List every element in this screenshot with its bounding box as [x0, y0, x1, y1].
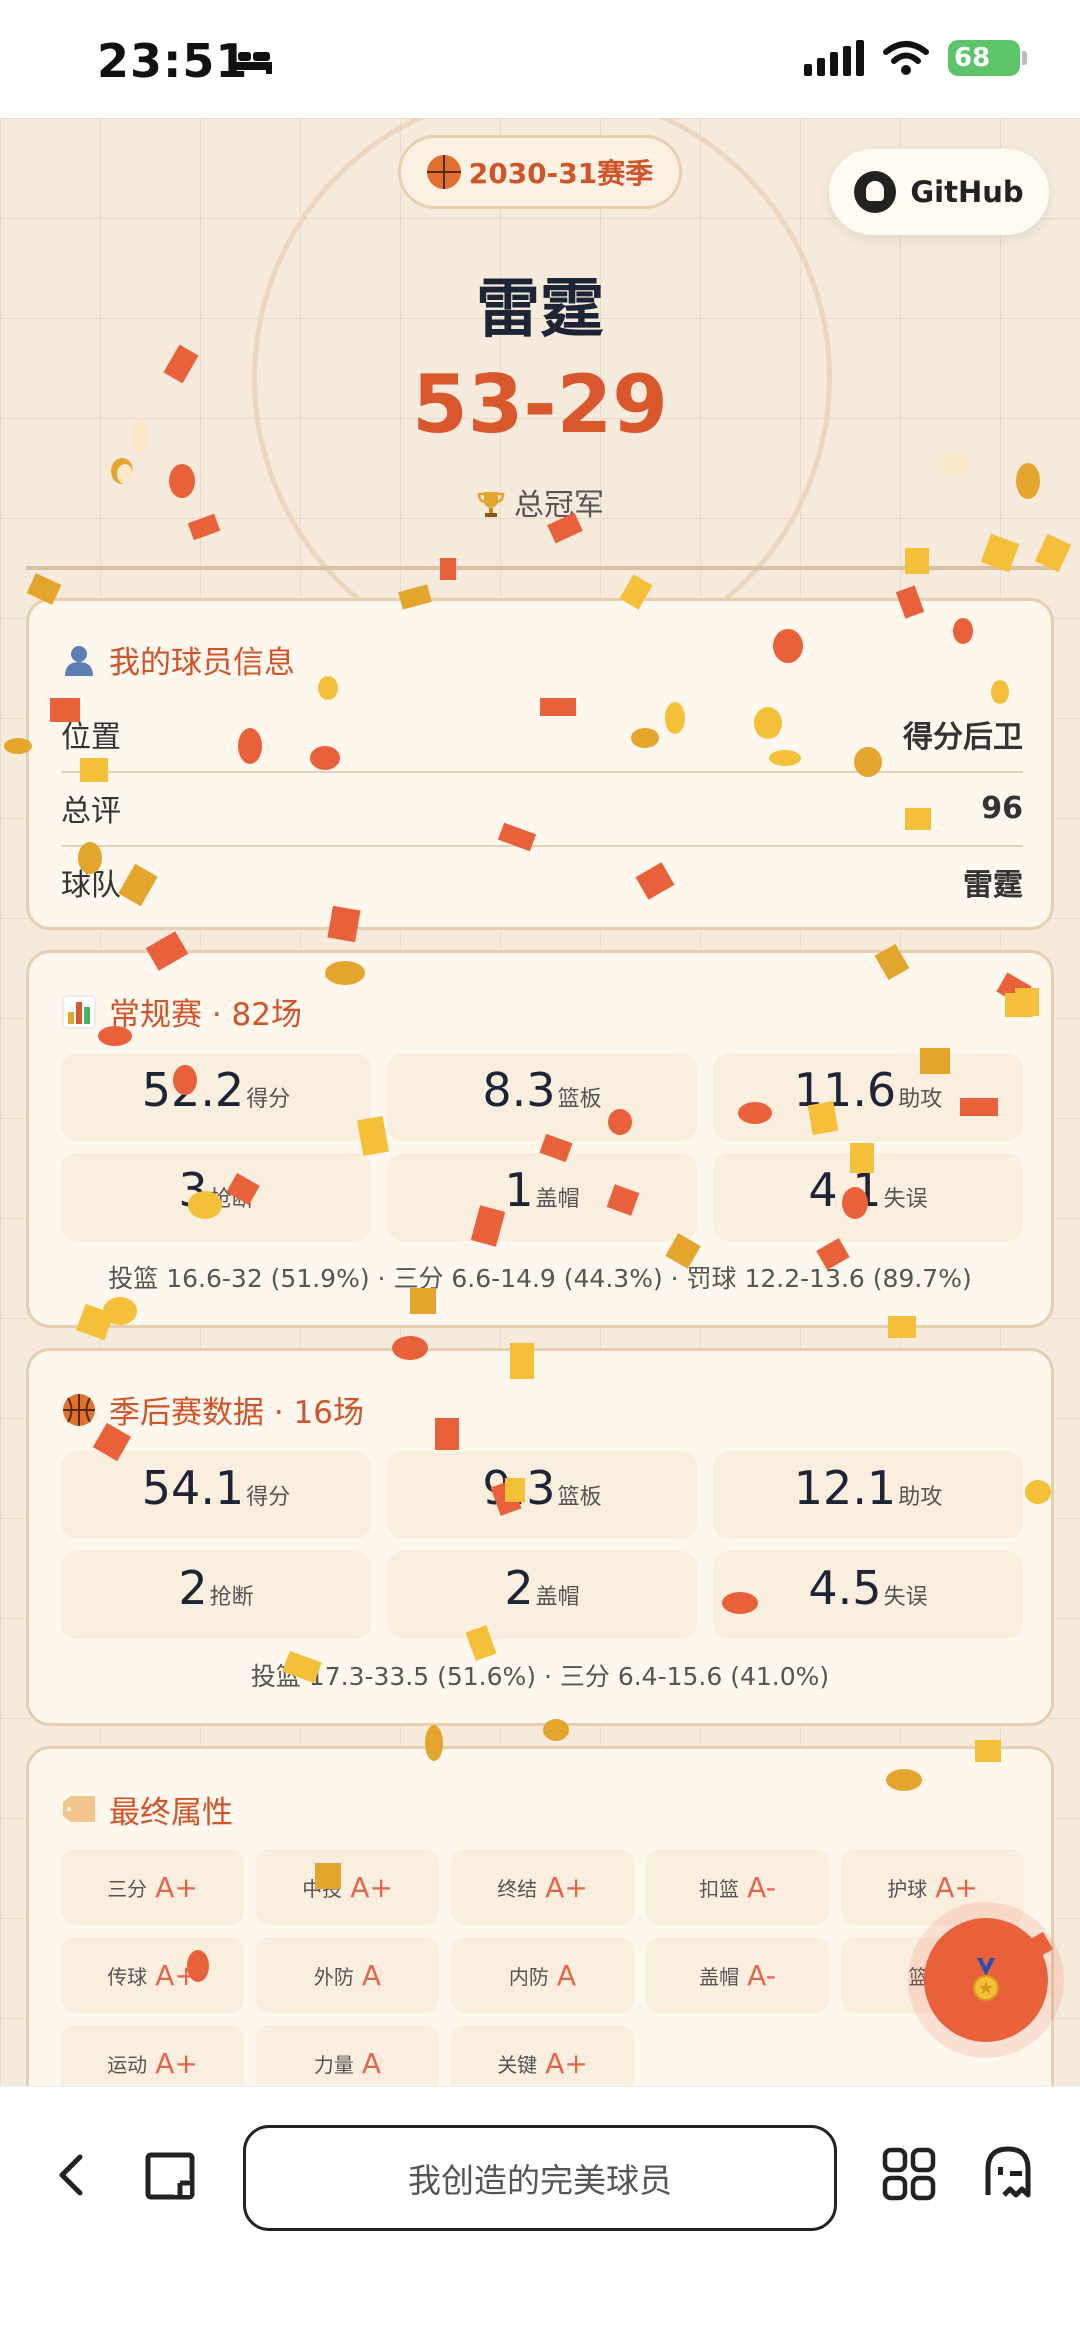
status-indicators: 68 — [804, 40, 1027, 76]
ghost-icon[interactable] — [982, 2145, 1034, 2201]
back-icon[interactable] — [52, 2151, 92, 2199]
address-bar[interactable]: 我创造的完美球员 — [243, 2125, 837, 2231]
confetti-overlay — [4, 344, 1072, 1982]
battery-icon: 68 — [948, 40, 1027, 76]
confetti-discs — [4, 418, 1051, 1982]
apps-grid-icon[interactable] — [882, 2147, 936, 2201]
wifi-icon — [883, 41, 929, 75]
browser-toolbar: 我创造的完美球员 — [0, 2086, 1080, 2338]
status-bar: 23:51 68 — [0, 0, 1080, 118]
page-content[interactable]: 2030-31赛季 GitHub 雷霆 53-29 总冠军 我的球员信息 位置 … — [0, 118, 1080, 2086]
battery-level: 68 — [954, 43, 991, 73]
medal-icon — [973, 1958, 999, 2001]
cellular-signal-icon — [804, 40, 864, 76]
sleep-mode-icon — [230, 48, 272, 74]
medal-fab-button[interactable] — [924, 1918, 1048, 2042]
status-time: 23:51 — [97, 34, 249, 88]
page-tab-icon[interactable] — [144, 2147, 198, 2201]
